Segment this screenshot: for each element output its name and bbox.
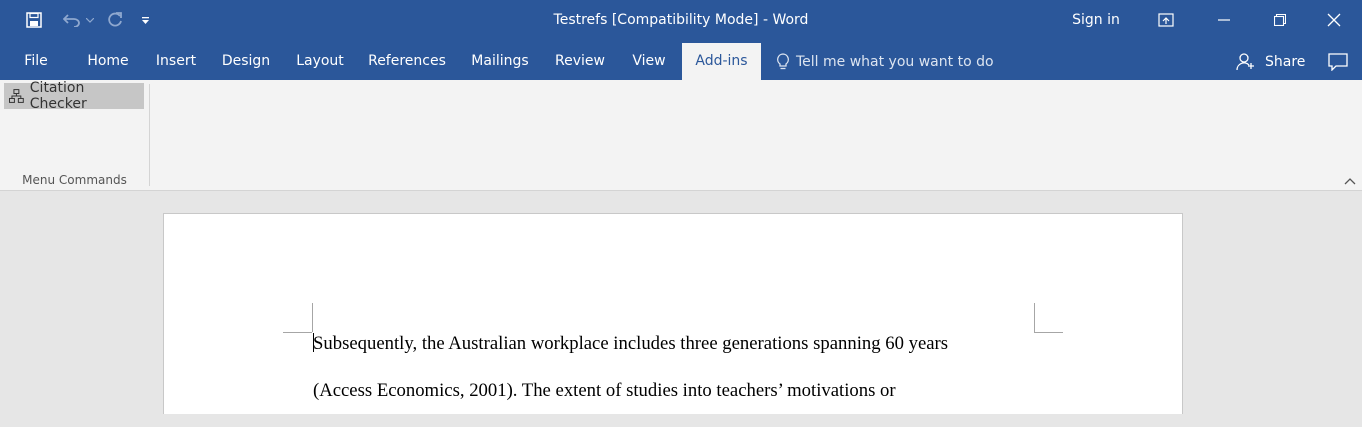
tell-me-search[interactable]: Tell me what you want to do [776, 43, 994, 80]
sign-in-link[interactable]: Sign in [1060, 0, 1132, 40]
tab-references[interactable]: References [362, 43, 452, 80]
tab-review[interactable]: Review [548, 43, 612, 80]
tab-design[interactable]: Design [212, 43, 280, 80]
margin-mark [1034, 332, 1063, 333]
citation-checker-label: Citation Checker [29, 80, 87, 112]
margin-mark [1034, 303, 1035, 332]
document-page[interactable]: Subsequently, the Australian workplace i… [163, 213, 1183, 414]
document-paragraph[interactable]: Subsequently, the Australian workplace i… [313, 333, 1033, 427]
tab-layout[interactable]: Layout [288, 43, 352, 80]
share-button[interactable]: Share [1236, 43, 1305, 80]
undo-icon[interactable] [60, 0, 84, 40]
margin-mark [283, 332, 312, 333]
margin-mark [312, 303, 313, 332]
close-icon[interactable] [1306, 0, 1362, 40]
tab-add-ins[interactable]: Add-ins [682, 43, 761, 80]
save-icon[interactable] [16, 0, 52, 40]
ribbon-panel: Citation Checker Menu Commands [0, 80, 1362, 191]
tab-insert[interactable]: Insert [146, 43, 206, 80]
tell-me-placeholder: Tell me what you want to do [796, 53, 994, 70]
restore-icon[interactable] [1252, 0, 1308, 40]
tab-home[interactable]: Home [78, 43, 138, 80]
text-line: (Access Economics, 2001). The extent of … [313, 380, 1033, 427]
text-line-content: (Access Economics, 2001). The extent of … [313, 380, 896, 401]
ribbon-tab-bar: File Home Insert Design Layout Reference… [0, 40, 1362, 80]
tab-file[interactable]: File [12, 43, 60, 80]
redo-icon[interactable] [100, 0, 130, 40]
comments-icon[interactable] [1326, 43, 1350, 80]
collapse-ribbon-icon[interactable] [1342, 175, 1358, 187]
title-bar: Testrefs [Compatibility Mode] - Word Sig… [0, 0, 1362, 40]
ribbon-display-options-icon[interactable] [1138, 0, 1194, 40]
share-label: Share [1265, 53, 1306, 70]
quick-access-toolbar [0, 0, 160, 40]
text-line-content: Subsequently, the Australian workplace i… [313, 333, 949, 354]
text-line: Subsequently, the Australian workplace i… [313, 333, 1033, 380]
citation-checker-button[interactable]: Citation Checker [4, 80, 144, 112]
group-label-menu-commands: Menu Commands [22, 173, 127, 187]
hierarchy-icon [9, 89, 24, 103]
minimize-icon[interactable] [1196, 0, 1252, 40]
undo-dropdown-icon[interactable] [84, 0, 96, 40]
group-separator [149, 84, 150, 186]
tab-view[interactable]: View [622, 43, 676, 80]
customize-toolbar-icon[interactable] [130, 0, 160, 40]
lightbulb-icon [777, 52, 789, 69]
person-add-icon [1236, 52, 1254, 70]
tab-mailings[interactable]: Mailings [462, 43, 538, 80]
